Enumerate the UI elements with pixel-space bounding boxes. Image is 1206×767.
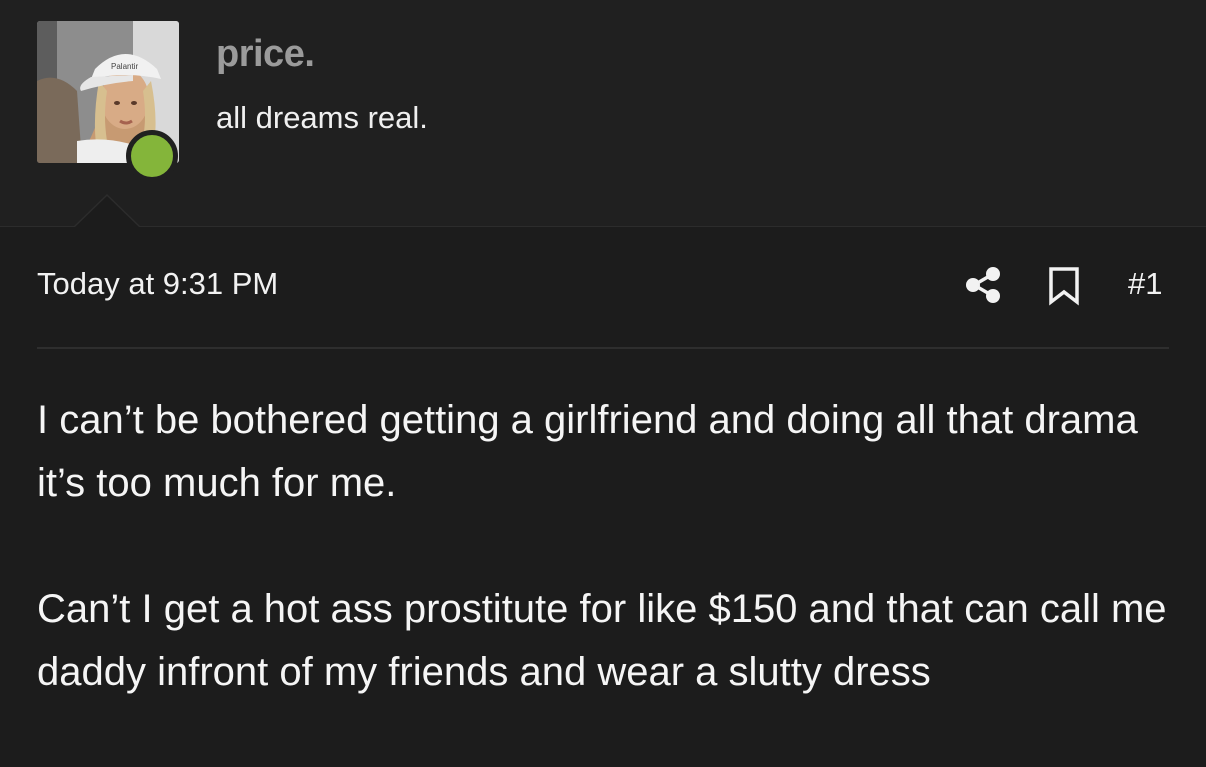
- post-body: I can’t be bothered getting a girlfriend…: [37, 389, 1177, 767]
- bookmark-button[interactable]: [1046, 266, 1082, 306]
- post-paragraph: I can’t be bothered getting a girlfriend…: [37, 398, 1138, 505]
- post-number-link[interactable]: #1: [1128, 266, 1162, 302]
- share-icon: [966, 267, 1000, 303]
- post-timestamp[interactable]: Today at 9:31 PM: [37, 266, 278, 302]
- avatar-cap-logo: Palantir: [111, 62, 138, 71]
- header-divider: [0, 226, 1206, 227]
- user-title: all dreams real.: [216, 100, 428, 135]
- post-meta-divider: [37, 347, 1169, 349]
- header-pointer-fill: [74, 196, 140, 228]
- username[interactable]: price.: [216, 33, 315, 76]
- bookmark-icon: [1049, 267, 1079, 306]
- online-status-indicator: [126, 130, 178, 182]
- share-button[interactable]: [962, 264, 1004, 306]
- post-paragraph: Can’t I get a hot ass prostitute for lik…: [37, 587, 1167, 694]
- user-header: [0, 0, 1206, 226]
